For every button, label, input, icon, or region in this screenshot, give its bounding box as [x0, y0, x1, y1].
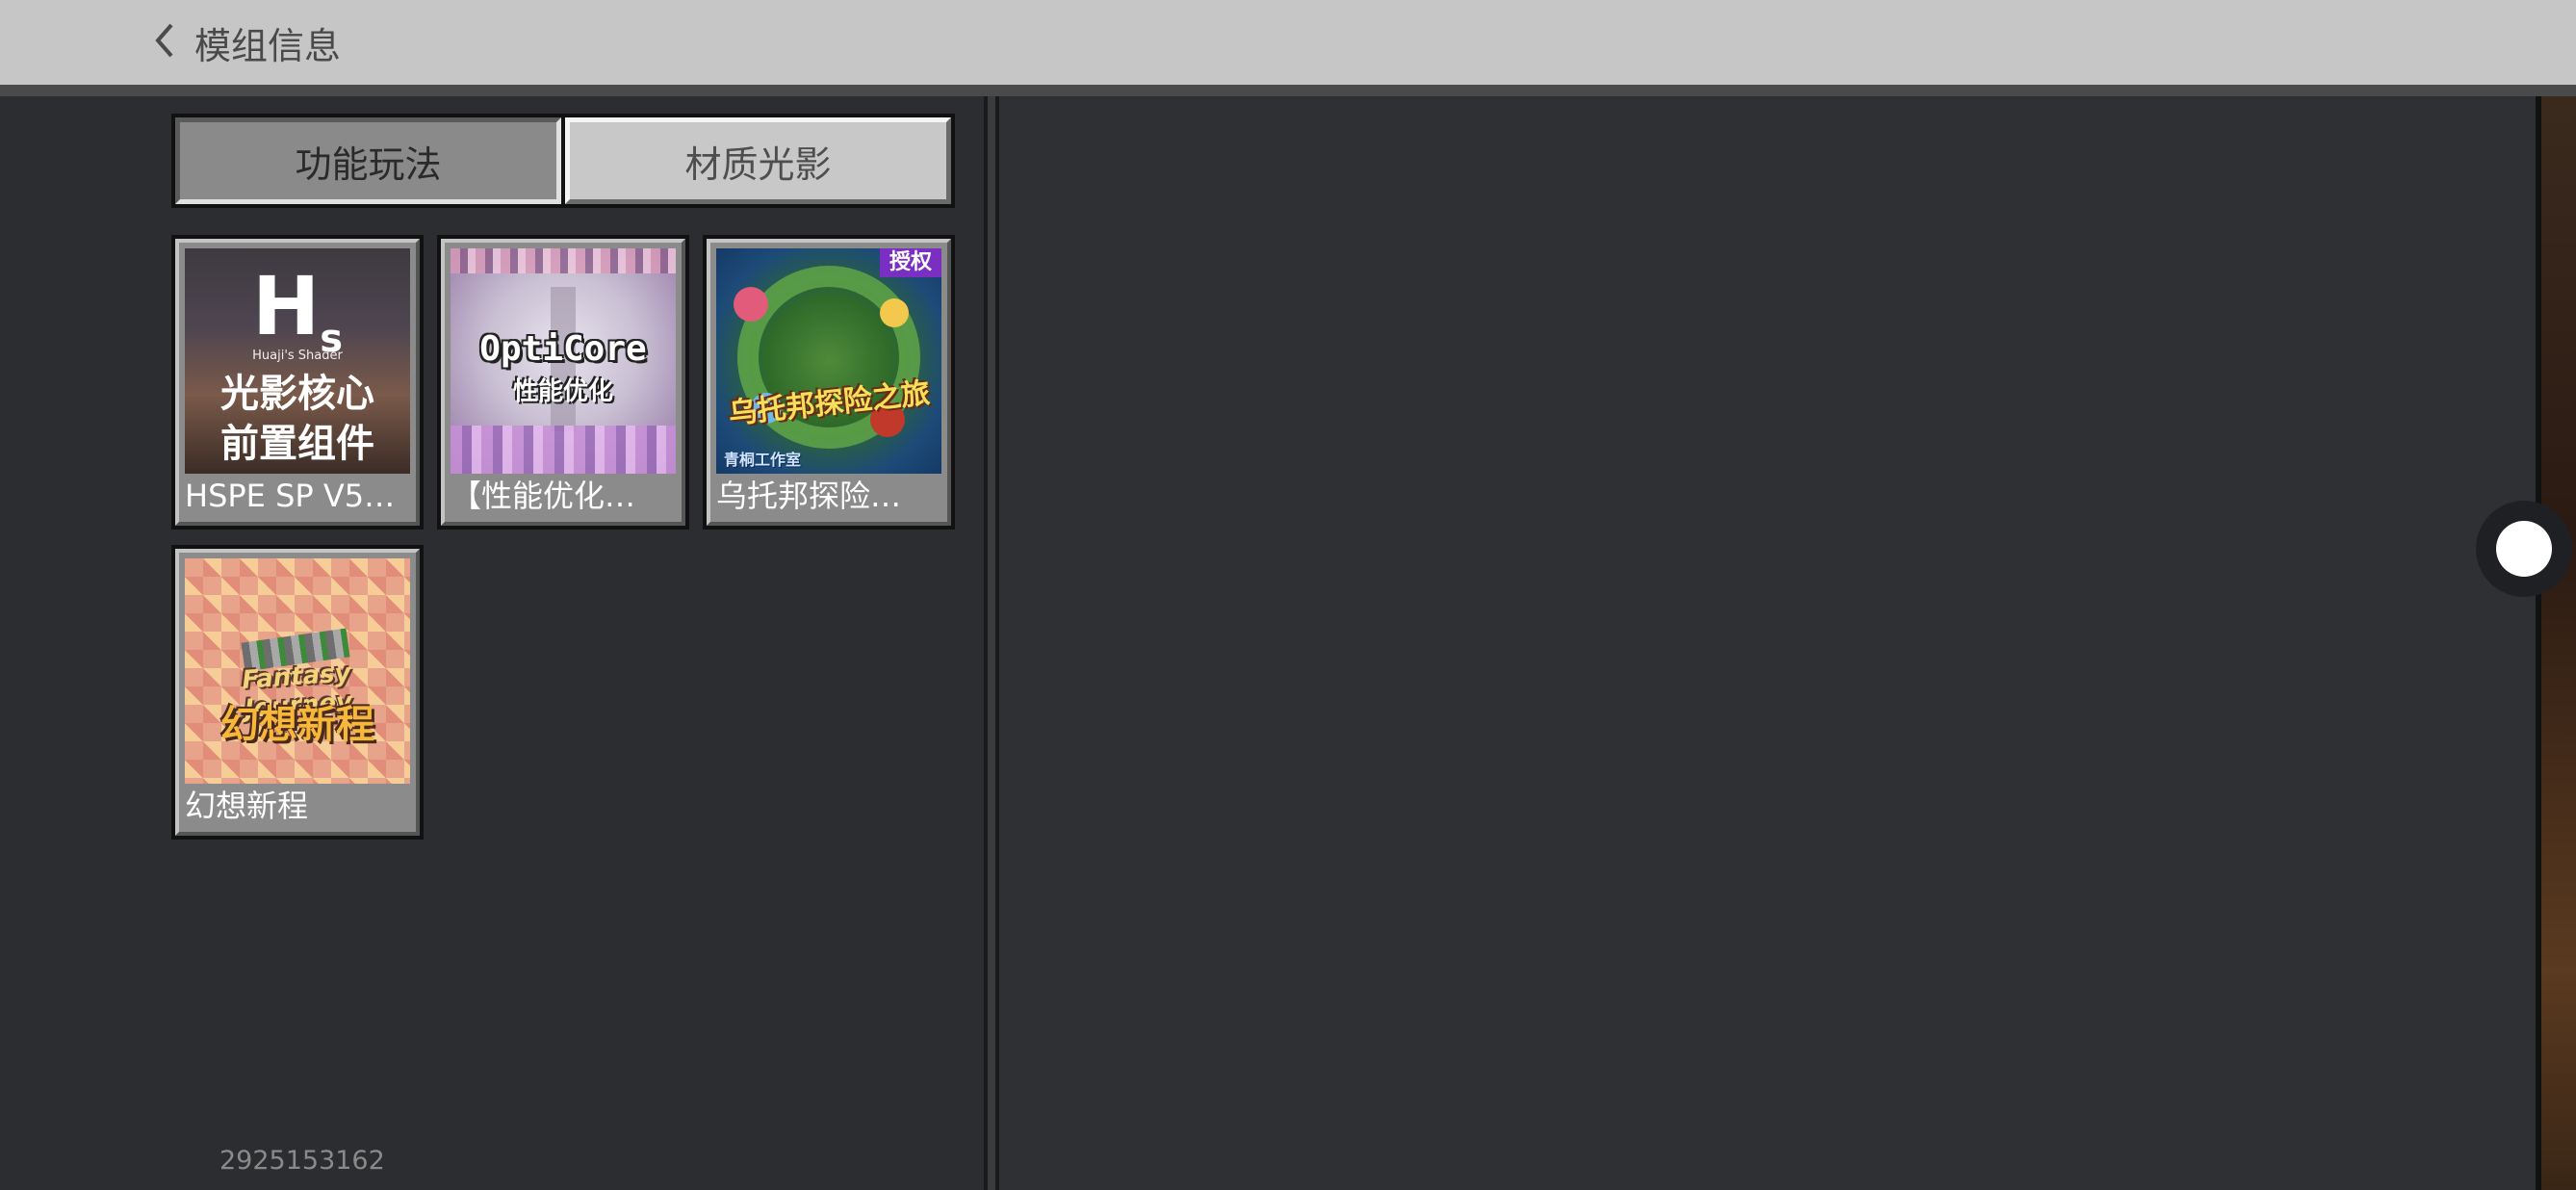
back-button[interactable]: 模组信息 [152, 17, 341, 67]
thumb-decoration [880, 298, 909, 327]
mod-name: HSPE SP V5… [185, 478, 396, 514]
mod-name: 乌托邦探险… [716, 478, 902, 514]
tab-gameplay[interactable]: 功能玩法 [175, 117, 561, 204]
mod-card-fantasy-journey[interactable]: Fantasy Journey 幻想新程 幻想新程 [171, 545, 424, 840]
thumb-title-line2: 前置组件 [220, 422, 374, 466]
mod-card-utopia[interactable]: 授权 乌托邦探险之旅 青桐工作室 乌托邦探险… [703, 235, 955, 530]
thumb-caption: Huaji's Shader [252, 349, 343, 363]
thumb-decoration [451, 248, 676, 273]
mod-thumbnail: 授权 乌托邦探险之旅 青桐工作室 [716, 248, 941, 474]
tab-textures-shaders[interactable]: 材质光影 [565, 117, 951, 204]
thumb-decoration [451, 426, 676, 474]
category-tabs: 功能玩法 材质光影 [171, 114, 955, 208]
thumb-title-cn: 幻想新程 [220, 703, 374, 747]
panel-divider [984, 96, 999, 1190]
user-id: 2925153162 [219, 1146, 385, 1176]
thumb-decoration [734, 287, 768, 322]
mod-card-hspe[interactable]: Hs Huaji's Shader 光影核心 前置组件 HSPE SP V5… [171, 235, 424, 530]
mod-thumbnail: Hs Huaji's Shader 光影核心 前置组件 [185, 248, 410, 474]
thumb-studio: 青桐工作室 [724, 451, 802, 469]
background-strip [2536, 96, 2576, 1190]
thumb-logo: OptiCore [479, 329, 647, 369]
page-title: 模组信息 [194, 24, 342, 67]
chevron-left-icon [152, 21, 177, 64]
mod-name: 【性能优化… [451, 478, 636, 514]
top-bar: 模组信息 [0, 0, 2576, 96]
mod-name: 幻想新程 [185, 788, 309, 824]
mod-card-opticore[interactable]: OptiCore 性能优化 【性能优化… [437, 235, 689, 530]
license-badge: 授权 [880, 248, 941, 277]
mod-thumbnail: Fantasy Journey 幻想新程 [185, 558, 410, 784]
mod-detail-panel [999, 96, 2539, 1190]
mod-thumbnail: OptiCore 性能优化 [451, 248, 676, 474]
scroll-handle-dot [2496, 521, 2552, 577]
thumb-title-line1: 光影核心 [220, 372, 374, 416]
thumb-subtitle: 性能优化 [512, 377, 613, 406]
scroll-handle[interactable] [2476, 501, 2572, 597]
